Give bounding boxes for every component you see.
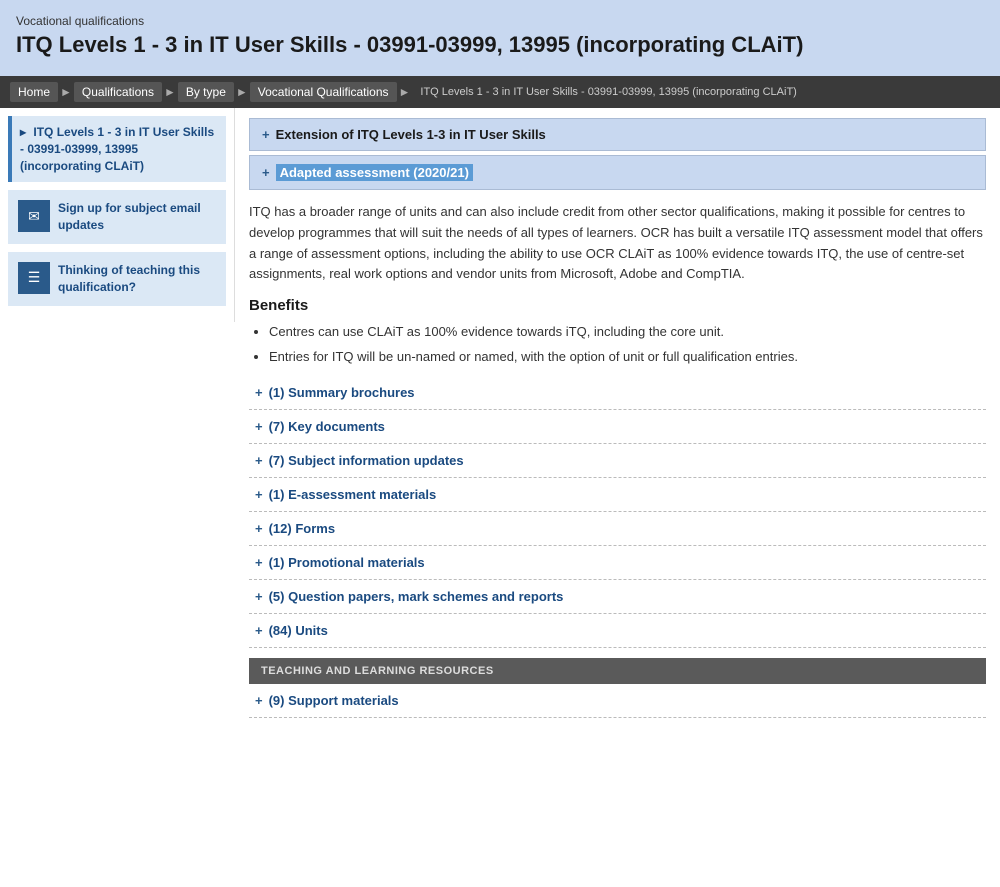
- breadcrumb: Home ► Qualifications ► By type ► Vocati…: [0, 76, 1000, 108]
- breadcrumb-arrow-2: ►: [164, 85, 176, 99]
- breadcrumb-arrow-4: ►: [399, 85, 411, 99]
- section-header-adapted[interactable]: + Adapted assessment (2020/21): [249, 155, 986, 190]
- main-content: + Extension of ITQ Levels 1-3 in IT User…: [235, 108, 1000, 728]
- row-key-documents[interactable]: + (7) Key documents: [249, 410, 986, 444]
- section-header-extension[interactable]: + Extension of ITQ Levels 1-3 in IT User…: [249, 118, 986, 151]
- row-promotional[interactable]: + (1) Promotional materials: [249, 546, 986, 580]
- section-title-adapted: Adapted assessment (2020/21): [276, 164, 473, 181]
- benefits-title: Benefits: [249, 297, 986, 314]
- row-eassessment[interactable]: + (1) E-assessment materials: [249, 478, 986, 512]
- row-question-papers[interactable]: + (5) Question papers, mark schemes and …: [249, 580, 986, 614]
- plus-icon-1: +: [262, 127, 270, 142]
- description-text: ITQ has a broader range of units and can…: [249, 202, 986, 285]
- breadcrumb-arrow-3: ►: [236, 85, 248, 99]
- teaching-card[interactable]: ☰ Thinking of teaching this qualificatio…: [8, 252, 226, 306]
- sidebar-nav-item[interactable]: ▸ ITQ Levels 1 - 3 in IT User Skills - 0…: [8, 116, 226, 182]
- layout: ▸ ITQ Levels 1 - 3 in IT User Skills - 0…: [0, 108, 1000, 728]
- page-subtitle: Vocational qualifications: [16, 14, 984, 28]
- signup-card-label: Sign up for subject email updates: [58, 200, 216, 234]
- benefit-item-1: Centres can use CLAiT as 100% evidence t…: [269, 322, 986, 342]
- resources-bar: TEACHING AND LEARNING RESOURCES: [249, 658, 986, 684]
- row-support-materials[interactable]: + (9) Support materials: [249, 684, 986, 718]
- row-subject-updates[interactable]: + (7) Subject information updates: [249, 444, 986, 478]
- row-units[interactable]: + (84) Units: [249, 614, 986, 648]
- signup-card[interactable]: ✉ Sign up for subject email updates: [8, 190, 226, 244]
- benefits-list: Centres can use CLAiT as 100% evidence t…: [269, 322, 986, 366]
- sidebar: ▸ ITQ Levels 1 - 3 in IT User Skills - 0…: [0, 108, 235, 322]
- plus-icon-subject: +: [255, 453, 263, 468]
- plus-icon-forms: +: [255, 521, 263, 536]
- breadcrumb-qualifications[interactable]: Qualifications: [74, 82, 162, 102]
- row-summary-brochures[interactable]: + (1) Summary brochures: [249, 376, 986, 410]
- breadcrumb-arrow-1: ►: [60, 85, 72, 99]
- plus-icon-summary: +: [255, 385, 263, 400]
- breadcrumb-vocational[interactable]: Vocational Qualifications: [250, 82, 397, 102]
- plus-icon-qpapers: +: [255, 589, 263, 604]
- page-header: Vocational qualifications ITQ Levels 1 -…: [0, 0, 1000, 76]
- breadcrumb-current: ITQ Levels 1 - 3 in IT User Skills - 039…: [412, 83, 804, 101]
- plus-icon-2: +: [262, 165, 270, 180]
- section-title-extension: Extension of ITQ Levels 1-3 in IT User S…: [276, 127, 546, 142]
- teaching-card-label: Thinking of teaching this qualification?: [58, 262, 216, 296]
- email-icon: ✉: [18, 200, 50, 232]
- plus-icon-key: +: [255, 419, 263, 434]
- breadcrumb-bytype[interactable]: By type: [178, 82, 234, 102]
- plus-icon-units: +: [255, 623, 263, 638]
- plus-icon-promo: +: [255, 555, 263, 570]
- row-forms[interactable]: + (12) Forms: [249, 512, 986, 546]
- benefit-item-2: Entries for ITQ will be un-named or name…: [269, 347, 986, 367]
- teaching-icon: ☰: [18, 262, 50, 294]
- page-title: ITQ Levels 1 - 3 in IT User Skills - 039…: [16, 32, 984, 58]
- plus-icon-eassess: +: [255, 487, 263, 502]
- breadcrumb-home[interactable]: Home: [10, 82, 58, 102]
- plus-icon-support: +: [255, 693, 263, 708]
- sidebar-arrow-icon: ▸: [20, 124, 26, 141]
- sidebar-nav-label: ITQ Levels 1 - 3 in IT User Skills - 039…: [20, 125, 214, 173]
